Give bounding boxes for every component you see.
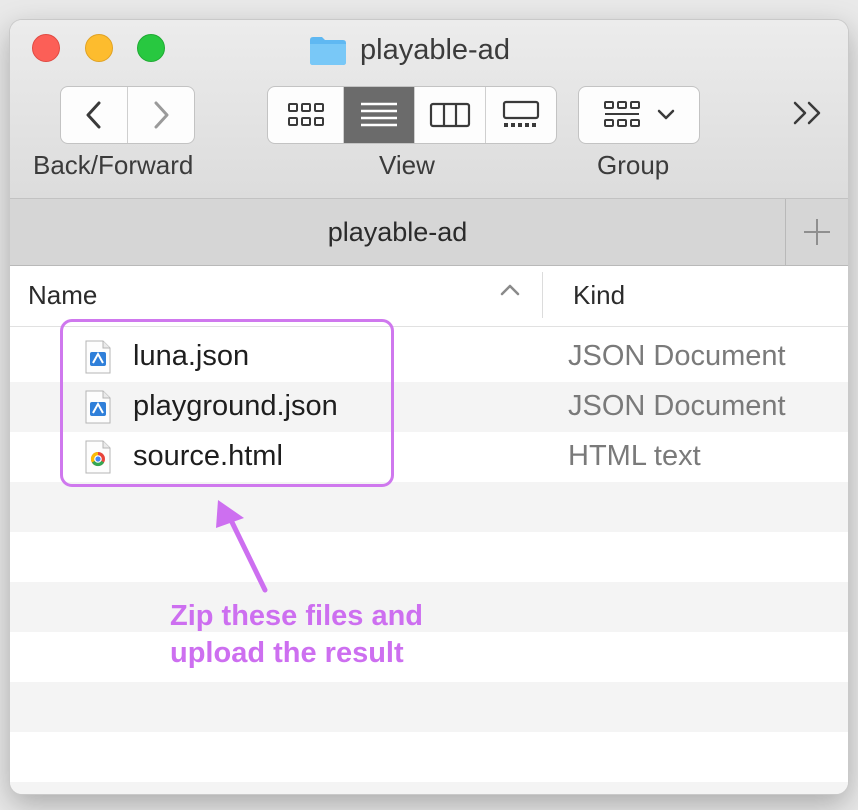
group-grid-icon <box>604 101 640 127</box>
group-control[interactable] <box>578 86 700 144</box>
view-mode-control <box>267 86 557 144</box>
finder-window: playable-ad Back/Forward View Group play… <box>10 20 848 794</box>
view-label: View <box>379 150 435 180</box>
file-kind: JSON Document <box>568 340 786 372</box>
list-icon <box>361 102 397 127</box>
empty-row <box>10 632 848 682</box>
chevron-left-icon <box>86 101 101 129</box>
selection-highlight-box <box>60 319 394 487</box>
annotation-arrow-icon <box>216 500 268 593</box>
gallery-view-button[interactable] <box>486 87 556 143</box>
file-kind: JSON Document <box>568 390 786 422</box>
column-view-button[interactable] <box>415 87 486 143</box>
annotation-line-2: upload the result <box>170 637 404 669</box>
back-button[interactable] <box>61 87 128 143</box>
column-header-kind[interactable]: Kind <box>573 280 625 311</box>
minimize-button[interactable] <box>85 34 113 62</box>
forward-button[interactable] <box>128 87 194 143</box>
annotation-text: Zip these files and upload the result <box>170 598 423 672</box>
column-header: Name Kind <box>10 266 848 327</box>
double-chevron-right-icon[interactable] <box>792 100 824 133</box>
back-forward-control <box>60 86 195 144</box>
folder-icon <box>310 37 346 65</box>
gallery-icon <box>502 100 540 127</box>
grid-icon <box>287 103 324 126</box>
window-title: playable-ad <box>308 32 510 68</box>
chevron-up-icon[interactable] <box>500 282 520 298</box>
list-view-button[interactable] <box>344 87 415 143</box>
empty-row <box>10 782 848 794</box>
tab-bar: playable-ad <box>10 199 848 266</box>
plus-icon <box>804 219 830 245</box>
columns-icon <box>429 102 471 128</box>
empty-row <box>10 582 848 632</box>
column-header-name[interactable]: Name <box>28 280 97 311</box>
empty-row <box>10 532 848 582</box>
chevron-right-icon <box>154 101 169 129</box>
empty-row <box>10 482 848 532</box>
empty-row <box>10 732 848 782</box>
close-button[interactable] <box>32 34 60 62</box>
annotation-line-1: Zip these files and <box>170 600 423 632</box>
group-label: Group <box>597 150 670 180</box>
empty-row <box>10 682 848 732</box>
back-forward-label: Back/Forward <box>33 150 194 180</box>
group-button[interactable] <box>579 87 699 143</box>
toolbar: playable-ad Back/Forward View Group <box>10 20 848 199</box>
chevron-down-icon <box>657 109 675 120</box>
tab-playable-ad[interactable]: playable-ad <box>10 199 786 265</box>
zoom-button[interactable] <box>137 34 165 62</box>
tab-label: playable-ad <box>327 216 468 247</box>
icon-view-button[interactable] <box>268 87 344 143</box>
new-tab-button[interactable] <box>786 199 848 265</box>
window-title-text: playable-ad <box>360 33 510 66</box>
file-kind: HTML text <box>568 440 701 472</box>
column-divider[interactable] <box>542 272 543 318</box>
